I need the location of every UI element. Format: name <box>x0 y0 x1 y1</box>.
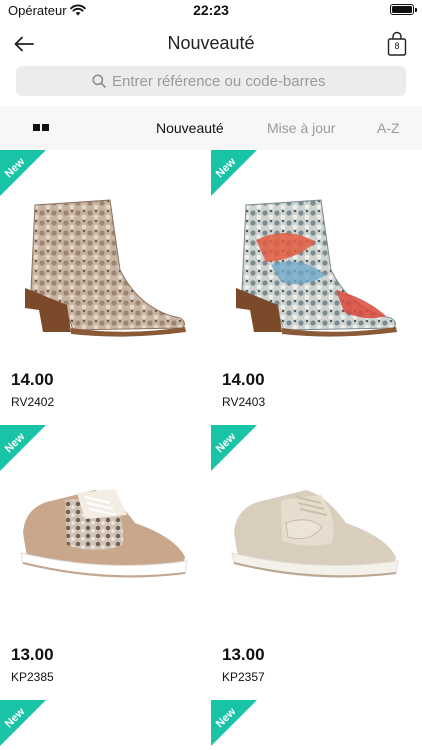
search-input[interactable] <box>112 72 330 90</box>
tab-nouveaute[interactable]: Nouveauté <box>156 120 224 136</box>
cart-count-badge: 8 <box>394 41 400 51</box>
search-icon <box>92 74 106 88</box>
product-price: 14.00 <box>222 370 265 389</box>
product-card[interactable]: New <box>0 700 211 750</box>
page-title: Nouveauté <box>167 33 255 53</box>
product-card[interactable]: New 13.00 KP2357 <box>211 425 422 700</box>
ankle-boot-beige-icon <box>25 199 186 337</box>
product-reference: KP2385 <box>11 670 54 684</box>
sort-toolbar: Nouveauté Mise à jour A-Z <box>0 106 422 150</box>
product-reference: KP2357 <box>222 670 265 684</box>
tab-mise-a-jour[interactable]: Mise à jour <box>267 120 335 136</box>
product-card[interactable]: New 14.00 RV2402 <box>0 150 211 425</box>
product-price: 14.00 <box>11 370 54 389</box>
product-card[interactable]: New <box>211 700 422 750</box>
new-badge: New <box>211 700 257 746</box>
nav-bar: Nouveauté 8 <box>0 22 422 66</box>
new-badge: New <box>0 700 46 746</box>
clock: 22:23 <box>193 2 229 18</box>
status-bar: Opérateur 22:23 <box>0 0 422 22</box>
search-bar[interactable] <box>16 66 406 96</box>
ankle-boot-multicolor-icon <box>236 199 397 337</box>
product-price: 13.00 <box>222 645 265 664</box>
battery-icon <box>390 4 417 15</box>
product-reference: RV2403 <box>222 395 266 409</box>
sneaker-snakeskin-icon <box>20 489 188 578</box>
grid-view-toggle-icon[interactable] <box>33 124 49 132</box>
product-price: 13.00 <box>11 645 54 664</box>
shopping-bag-button[interactable]: 8 <box>386 31 408 57</box>
product-card[interactable]: New 13.00 KP2385 <box>0 425 211 700</box>
sneaker-mesh-beige-icon <box>231 490 399 578</box>
product-card[interactable]: New 14.00 RV2403 <box>211 150 422 425</box>
product-reference: RV2402 <box>11 395 55 409</box>
tab-a-z[interactable]: A-Z <box>377 120 400 136</box>
